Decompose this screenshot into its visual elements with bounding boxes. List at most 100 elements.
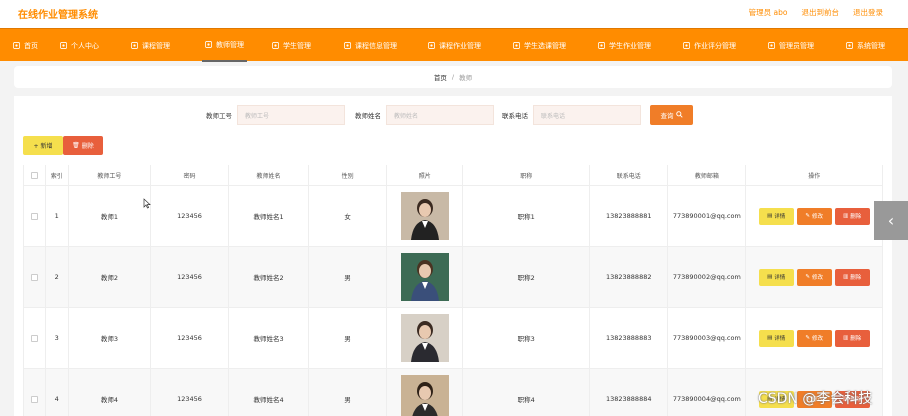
teacher-table: 索引 教师工号 密码 教师姓名 性别 照片 职称 联系电话 教师邮箱 操作 1 教师1 123456 教师…	[23, 165, 884, 416]
cell-phone: 13823888881	[590, 186, 669, 246]
nav-item-5[interactable]: 学生管理	[272, 29, 311, 62]
nav-item-10[interactable]: 作业评分管理	[683, 29, 736, 62]
trash-icon: ▥	[843, 274, 849, 280]
work-icon	[598, 42, 605, 49]
info-icon	[344, 42, 351, 49]
breadcrumb-current: 教师	[459, 74, 473, 82]
cell-phone: 13823888884	[590, 369, 669, 416]
nav-item-8[interactable]: 学生选课管理	[513, 29, 566, 62]
breadcrumb-separator: /	[451, 73, 455, 81]
nav-item-4[interactable]: 教师管理	[202, 29, 247, 62]
trash-icon: ▥	[843, 335, 849, 341]
edit-button[interactable]: ✎ 修改	[796, 207, 832, 225]
cell-actions: ▤ 详情 ✎ 修改 ▥ 删除	[746, 186, 884, 246]
cell-email: 773890004@qq.com	[668, 369, 747, 416]
row-checkbox[interactable]	[30, 273, 38, 281]
edit-button[interactable]: ✎ 修改	[796, 329, 832, 347]
teacher-id-label: 教师工号	[206, 112, 232, 120]
nav-item-9[interactable]: 学生作业管理	[598, 29, 651, 62]
row-checkbox[interactable]	[30, 395, 38, 403]
doc-icon: ▤	[767, 335, 773, 341]
cell-name: 教师姓名4	[229, 369, 310, 416]
pencil-icon: ✎	[805, 274, 810, 280]
edit-button-label: 修改	[811, 275, 823, 281]
teacher-photo	[400, 314, 449, 362]
nav-item-1[interactable]: 首页	[13, 29, 38, 62]
cell-password: 123456	[151, 247, 230, 307]
detail-button[interactable]: ▤ 详情	[758, 268, 794, 286]
logout-link[interactable]: 退出登录	[853, 7, 883, 18]
column-header: 教师邮箱	[668, 165, 747, 185]
cell-phone: 13823888882	[590, 247, 669, 307]
teacher-name-label: 教师姓名	[355, 112, 381, 120]
mouse-cursor-icon	[143, 198, 151, 211]
detail-button[interactable]: ▤ 详情	[758, 329, 794, 347]
nav-item-label: 学生选课管理	[524, 41, 566, 50]
edit-button[interactable]: ✎ 修改	[796, 268, 832, 286]
cell-id: 教师3	[69, 308, 151, 368]
table-row: 3 教师3 123456 教师姓名3 男 职称3 13823888883 773890003@…	[24, 308, 884, 369]
phone-input[interactable]: 联系电话	[533, 105, 641, 125]
column-header: 索引	[46, 165, 69, 185]
trash-icon: ▥	[843, 213, 849, 219]
row-checkbox-cell	[24, 186, 46, 246]
breadcrumb: 首页 / 教师	[14, 66, 892, 88]
collapse-arrow-button[interactable]: ‹	[874, 201, 908, 240]
row-checkbox[interactable]	[30, 334, 38, 342]
main-nav: 首页 个人中心 课程管理 教师管理 学生管理 课程信息管理 课程作业管理 学生选课管理 学生作业…	[0, 28, 908, 62]
delete-button[interactable]: ▥ 删除	[834, 207, 870, 225]
watermark: CSDN @李会科技	[758, 391, 873, 407]
nav-item-2[interactable]: 个人中心	[60, 29, 99, 62]
table-header: 索引 教师工号 密码 教师姓名 性别 照片 职称 联系电话 教师邮箱 操作	[24, 165, 884, 186]
table-row: 2 教师2 123456 教师姓名2 男 职称2 13823888882 773890002@…	[24, 247, 884, 308]
top-links: 管理员 abo 退出到前台 退出登录	[749, 7, 883, 18]
cell-index: 2	[46, 247, 69, 307]
cell-photo	[387, 247, 464, 307]
cell-id: 教师2	[69, 247, 151, 307]
cell-password: 123456	[151, 308, 230, 368]
search-phone: 联系电话 联系电话	[502, 105, 641, 125]
nav-item-7[interactable]: 课程作业管理	[428, 29, 481, 62]
search-button[interactable]: 查询	[650, 105, 693, 125]
cell-email: 773890003@qq.com	[668, 308, 747, 368]
add-button[interactable]: + 新增	[23, 136, 63, 155]
pencil-icon: ✎	[805, 335, 810, 341]
cell-password: 123456	[151, 186, 230, 246]
front-page-link[interactable]: 退出到前台	[802, 7, 840, 18]
nav-item-label: 学生作业管理	[609, 41, 651, 50]
nav-item-label: 个人中心	[71, 41, 99, 50]
batch-delete-button[interactable]: 🗑 删除	[63, 136, 103, 155]
column-header: 照片	[387, 165, 464, 185]
teacher-id-input[interactable]: 教师工号	[237, 105, 345, 125]
app-title: 在线作业管理系统	[18, 10, 98, 21]
cell-email: 773890002@qq.com	[668, 247, 747, 307]
nav-item-11[interactable]: 管理员管理	[768, 29, 814, 62]
doc-icon: ▤	[767, 213, 773, 219]
detail-button[interactable]: ▤ 详情	[758, 207, 794, 225]
cell-photo	[387, 186, 464, 246]
teacher-name-input[interactable]: 教师姓名	[386, 105, 494, 125]
nav-item-3[interactable]: 课程管理	[131, 29, 170, 62]
edit-button-label: 修改	[811, 336, 823, 342]
search-button-label: 查询	[660, 112, 674, 120]
teacher-icon	[205, 41, 212, 48]
admin-user-link[interactable]: 管理员 abo	[749, 7, 788, 18]
row-checkbox[interactable]	[30, 212, 38, 220]
detail-button-label: 详情	[774, 214, 786, 220]
header-checkbox-cell	[24, 165, 46, 185]
delete-button[interactable]: ▥ 删除	[834, 268, 870, 286]
delete-button-label: 删除	[850, 275, 862, 281]
column-header: 教师工号	[69, 165, 151, 185]
cell-gender: 男	[309, 369, 388, 416]
breadcrumb-home[interactable]: 首页	[434, 72, 447, 82]
delete-button[interactable]: ▥ 删除	[834, 329, 870, 347]
teacher-photo	[400, 253, 449, 301]
edit-button-label: 修改	[811, 214, 823, 220]
nav-item-12[interactable]: 系统管理	[846, 29, 885, 62]
cell-name: 教师姓名3	[229, 308, 310, 368]
cell-index: 1	[46, 186, 69, 246]
column-header: 密码	[151, 165, 230, 185]
cell-index: 3	[46, 308, 69, 368]
nav-item-6[interactable]: 课程信息管理	[344, 29, 397, 62]
select-all-checkbox[interactable]	[30, 171, 38, 179]
